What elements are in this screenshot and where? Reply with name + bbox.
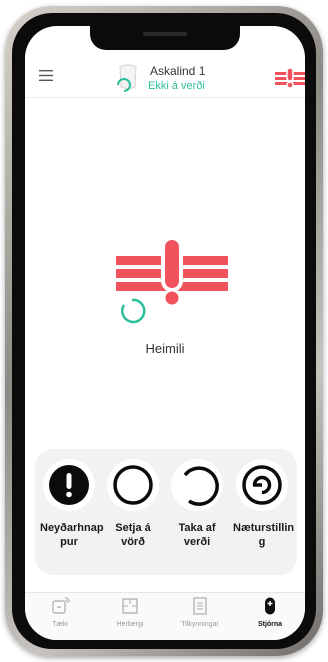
header-divider [25, 97, 305, 98]
tab-devices-label: Tæki [52, 621, 68, 628]
arm-button[interactable]: Setja á vörð [104, 459, 162, 549]
device-hub-icon[interactable] [115, 63, 141, 93]
disarm-button[interactable]: Taka af verði [168, 459, 226, 549]
tab-rooms[interactable]: Herbergi [95, 597, 165, 628]
rooms-icon [122, 598, 138, 614]
tab-rooms-label: Herbergi [116, 621, 144, 628]
arm-button-label: Setja á vörð [115, 522, 151, 548]
alarm-icon[interactable] [275, 68, 305, 88]
emergency-button-label: Neyðarhnap pur [40, 522, 104, 548]
disarm-button-label: Taka af verði [178, 522, 216, 548]
tab-control-label: Stjórna [257, 621, 283, 628]
actions-panel: Neyðarhnap pur Setja á vörð Taka af verð… [35, 449, 297, 575]
night-mode-button-circle[interactable] [236, 459, 288, 511]
loading-spinner-icon [121, 298, 146, 324]
device-name: Askalind 1 [150, 64, 206, 78]
tab-devices[interactable]: Tæki [25, 597, 95, 628]
arm-icon [113, 465, 153, 505]
hamburger-menu-icon[interactable] [39, 70, 53, 81]
device-status: Ekki á verði [148, 80, 205, 92]
devices-icon [52, 597, 70, 614]
control-icon [265, 597, 275, 615]
night-mode-button[interactable]: Næturstillin g [233, 459, 295, 549]
night-mode-button-label: Næturstillin g [233, 522, 295, 548]
emergency-button-circle[interactable] [43, 459, 95, 511]
mode-label: Heimili [145, 341, 185, 356]
bottom-tab-bar: Tæki Herbergi Tilkynningar Stjórna [25, 592, 305, 640]
phone-notch [90, 26, 240, 50]
emergency-button[interactable]: Neyðarhnap pur [40, 459, 104, 549]
notifications-icon [193, 597, 207, 615]
speaker-grille [143, 32, 187, 36]
emergency-icon [49, 465, 89, 505]
night-mode-icon [242, 465, 282, 505]
disarm-button-circle[interactable] [171, 459, 223, 511]
tab-control[interactable]: Stjórna [235, 597, 305, 628]
disarm-icon [183, 466, 219, 506]
app-screen: Askalind 1 Ekki á verði Heimili Neyðarhn… [25, 26, 305, 640]
tab-notifications[interactable]: Tilkynningar [165, 597, 235, 628]
tab-notifications-label: Tilkynningar [181, 621, 219, 628]
arm-button-circle[interactable] [107, 459, 159, 511]
